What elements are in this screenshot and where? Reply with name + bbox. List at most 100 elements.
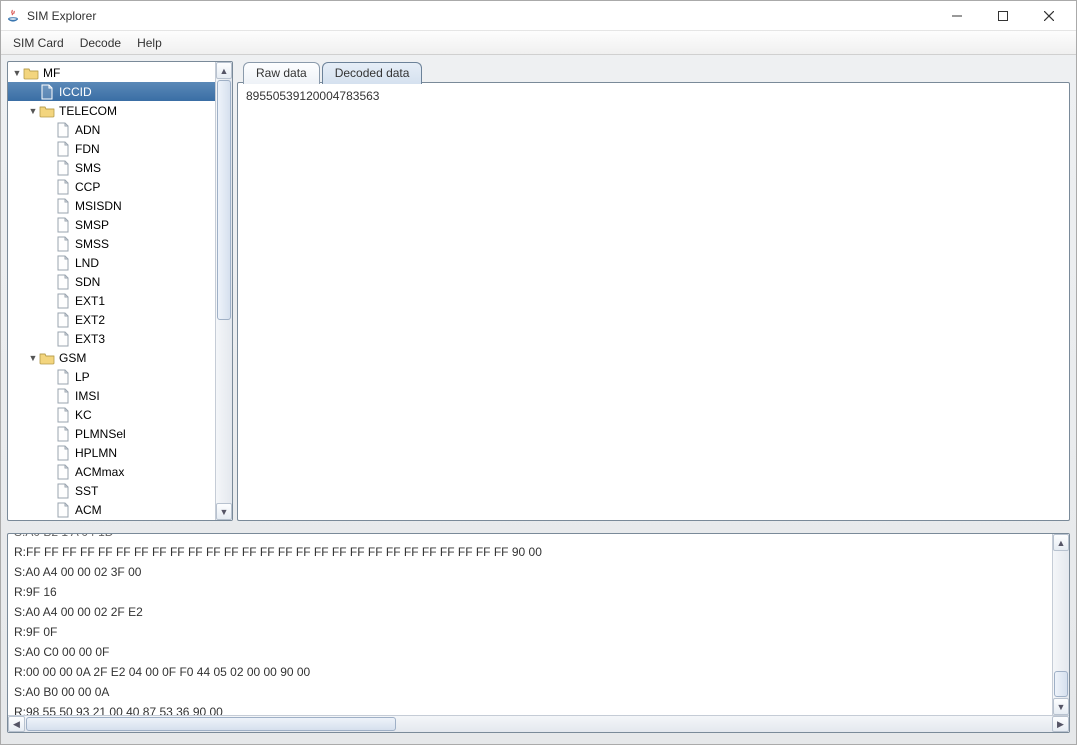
tree-node-label: SST xyxy=(75,484,98,498)
decoded-value: 89550539120004783563 xyxy=(246,89,379,103)
tree-node-ccp[interactable]: CCP xyxy=(8,177,215,196)
tree-node-iccid[interactable]: ICCID xyxy=(8,82,215,101)
log-line: R:98 55 50 93 21 00 40 87 53 36 90 00 xyxy=(14,702,1063,715)
horizontal-splitter[interactable] xyxy=(7,525,1070,529)
tree-node-acmmax[interactable]: ACMmax xyxy=(8,462,215,481)
tree-node-label: SDN xyxy=(75,275,100,289)
file-icon xyxy=(39,84,55,100)
tree-node-hplmn[interactable]: HPLMN xyxy=(8,443,215,462)
folder-icon xyxy=(39,103,55,119)
tab-decoded-data[interactable]: Decoded data xyxy=(322,62,423,84)
file-icon xyxy=(55,331,71,347)
tree-node-label: HPLMN xyxy=(75,446,117,460)
menu-decode[interactable]: Decode xyxy=(74,34,127,52)
file-icon xyxy=(55,407,71,423)
log-line: S:A0 C0 00 00 0F xyxy=(14,642,1063,662)
tree-node-lp[interactable]: LP xyxy=(8,367,215,386)
tree-node-kc[interactable]: KC xyxy=(8,405,215,424)
log-line: S:A0 A4 00 00 02 3F 00 xyxy=(14,562,1063,582)
scroll-track[interactable] xyxy=(25,716,1052,732)
tree-expander[interactable]: ▼ xyxy=(12,68,22,78)
tree-node-acm[interactable]: ACM xyxy=(8,500,215,519)
log-line: S:A0 A4 00 00 02 2F E2 xyxy=(14,602,1063,622)
tree-node-fdn[interactable]: FDN xyxy=(8,139,215,158)
tab-raw-data[interactable]: Raw data xyxy=(243,62,320,84)
scroll-down-button[interactable]: ▼ xyxy=(216,503,232,520)
log-line: R:9F 16 xyxy=(14,582,1063,602)
tree-node-smsp[interactable]: SMSP xyxy=(8,215,215,234)
file-icon xyxy=(55,160,71,176)
log-line: R:FF FF FF FF FF FF FF FF FF FF FF FF FF… xyxy=(14,542,1063,562)
folder-icon xyxy=(23,65,39,81)
file-icon xyxy=(55,445,71,461)
tree-node-mf[interactable]: ▼MF xyxy=(8,63,215,82)
tree-node-label: IMSI xyxy=(75,389,100,403)
scroll-thumb[interactable] xyxy=(217,80,231,320)
tree-node-smss[interactable]: SMSS xyxy=(8,234,215,253)
file-icon xyxy=(55,483,71,499)
tree-node-imsi[interactable]: IMSI xyxy=(8,386,215,405)
tree-node-lnd[interactable]: LND xyxy=(8,253,215,272)
right-panel: Raw dataDecoded data 8955053912000478356… xyxy=(237,61,1070,521)
tree-node-msisdn[interactable]: MSISDN xyxy=(8,196,215,215)
tree-node-label: ICCID xyxy=(59,85,92,99)
tree-node-label: FDN xyxy=(75,142,100,156)
scroll-right-button[interactable]: ▶ xyxy=(1052,716,1069,732)
tree-node-telecom[interactable]: ▼TELECOM xyxy=(8,101,215,120)
scroll-thumb[interactable] xyxy=(26,717,396,731)
tree-node-label: LND xyxy=(75,256,99,270)
log-line: S:A0 B0 00 00 0A xyxy=(14,682,1063,702)
tree-node-gsm[interactable]: ▼ GSM xyxy=(8,348,215,367)
tree-vertical-scrollbar[interactable]: ▲ ▼ xyxy=(215,62,232,520)
scroll-up-button[interactable]: ▲ xyxy=(216,62,232,79)
tree-node-ext1[interactable]: EXT1 xyxy=(8,291,215,310)
folder-icon xyxy=(39,350,55,366)
tree-node-label: GSM xyxy=(59,351,86,365)
tree-scroll[interactable]: ▼MF ICCID ▼TELECOMADN FDN SMSCCPMSISDNSMSP SM… xyxy=(8,62,215,520)
log-horizontal-scrollbar[interactable]: ◀ ▶ xyxy=(8,715,1069,732)
tree-node-ext3[interactable]: EXT3 xyxy=(8,329,215,348)
tree-expander[interactable]: ▼ xyxy=(28,106,38,116)
scroll-up-button[interactable]: ▲ xyxy=(1053,534,1069,551)
tree-node-label: SMSS xyxy=(75,237,109,251)
scroll-left-button[interactable]: ◀ xyxy=(8,716,25,732)
file-icon xyxy=(55,122,71,138)
log-vertical-scrollbar[interactable]: ▲ ▼ xyxy=(1052,534,1069,715)
tree-node-ext2[interactable]: EXT2 xyxy=(8,310,215,329)
window-title: SIM Explorer xyxy=(27,9,934,23)
scroll-down-button[interactable]: ▼ xyxy=(1053,698,1069,715)
window-controls xyxy=(934,1,1072,31)
minimize-button[interactable] xyxy=(934,1,980,31)
tab-content-decoded[interactable]: 89550539120004783563 xyxy=(237,82,1070,521)
tree-node-adn[interactable]: ADN xyxy=(8,120,215,139)
tree-node-label: ACMmax xyxy=(75,465,124,479)
tree-node-sdn[interactable]: SDN xyxy=(8,272,215,291)
file-icon xyxy=(55,312,71,328)
scroll-thumb[interactable] xyxy=(1054,671,1068,697)
tree-node-sms[interactable]: SMS xyxy=(8,158,215,177)
tab-bar: Raw dataDecoded data xyxy=(237,61,1070,83)
log-body[interactable]: S:A0 B2 1 A 04 1DR:FF FF FF FF FF FF FF … xyxy=(8,534,1069,715)
log-panel: S:A0 B2 1 A 04 1DR:FF FF FF FF FF FF FF … xyxy=(7,533,1070,733)
tree-node-plmnsel[interactable]: PLMNSel xyxy=(8,424,215,443)
file-icon xyxy=(55,217,71,233)
maximize-button[interactable] xyxy=(980,1,1026,31)
tree-node-sst[interactable]: SST xyxy=(8,481,215,500)
menubar: SIM CardDecodeHelp xyxy=(1,31,1076,55)
file-icon xyxy=(55,293,71,309)
tree-expander[interactable]: ▼ xyxy=(28,353,38,363)
java-app-icon xyxy=(5,8,21,24)
close-button[interactable] xyxy=(1026,1,1072,31)
sim-tree: ▼MF ICCID ▼TELECOMADN FDN SMSCCPMSISDNSMSP SM… xyxy=(8,62,215,520)
tree-node-label: PLMNSel xyxy=(75,427,126,441)
tree-node-label: EXT1 xyxy=(75,294,105,308)
file-icon xyxy=(55,388,71,404)
tree-node-label: EXT3 xyxy=(75,332,105,346)
tree-node-label: EXT2 xyxy=(75,313,105,327)
file-icon xyxy=(55,198,71,214)
menu-help[interactable]: Help xyxy=(131,34,168,52)
tree-node-label: KC xyxy=(75,408,92,422)
file-icon xyxy=(55,502,71,518)
menu-sim-card[interactable]: SIM Card xyxy=(7,34,70,52)
file-icon xyxy=(55,141,71,157)
